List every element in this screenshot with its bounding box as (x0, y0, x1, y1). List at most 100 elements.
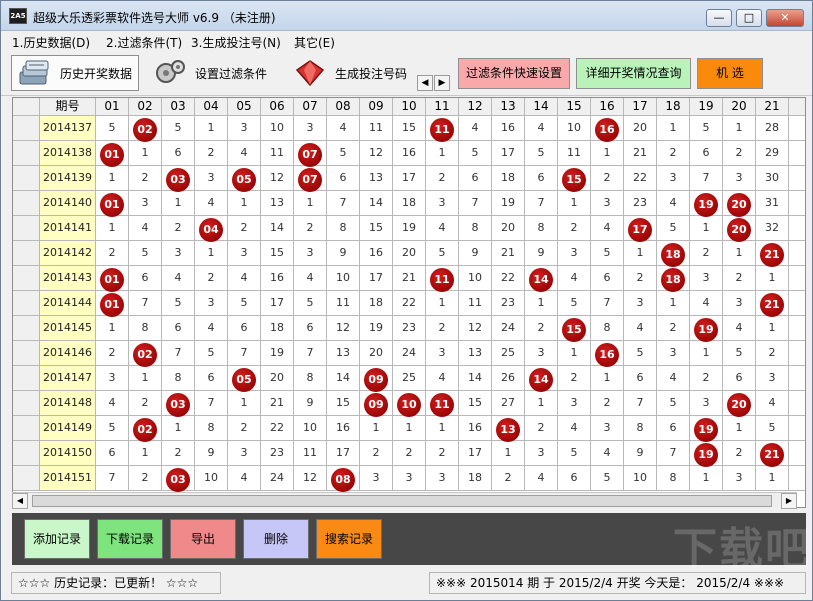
grid-cell: 6 (591, 266, 624, 291)
grid-cell: 11 (294, 441, 327, 466)
grid-cell: 17 (492, 141, 525, 166)
grid-cell: 21 (624, 141, 657, 166)
grid-cell: 4 (294, 266, 327, 291)
grid-cell: 4 (129, 216, 162, 241)
drawn-number-ball: 02 (133, 118, 157, 142)
header-column: 03 (162, 98, 195, 116)
grid-cell: 4 (558, 416, 591, 441)
grid-cell: 2 (129, 391, 162, 416)
scroll-right-button[interactable]: ▶ (781, 493, 797, 509)
issue-number: 2014137 (40, 116, 96, 141)
history-data-button[interactable]: 历史开奖数据 (11, 55, 139, 91)
grid-cell: 16 (360, 241, 393, 266)
drawn-number-ball: 01 (100, 143, 124, 167)
grid-cell: 17 (459, 441, 492, 466)
drawn-number-ball: 10 (397, 393, 421, 417)
grid-cell: 16 (459, 416, 492, 441)
grid-cell: 5 (96, 416, 129, 441)
status-bar: ☆☆☆ 历史记录：已更新！ ☆☆☆ ※※※ 2015014 期 于 2015/2… (1, 568, 812, 600)
grid-cell: 1 (492, 441, 525, 466)
grid-cell: 25 (492, 341, 525, 366)
grid-cell: 5 (756, 416, 789, 441)
grid-cell: 31 (756, 191, 789, 216)
menu-filter-conditions[interactable]: 2.过滤条件(T) (106, 34, 182, 51)
grid-cell: 5 (591, 241, 624, 266)
drawn-number-ball: 21 (760, 243, 784, 267)
grid-cell: 1 (228, 191, 261, 216)
grid-cell: 23 (624, 191, 657, 216)
history-grid[interactable]: 期号 01 02 03 04 05 06 07 08 09 10 11 12 13 14 15 16 17 18 19… (12, 97, 806, 508)
grid-cell: 3 (426, 341, 459, 366)
grid-cell: 17 (327, 441, 360, 466)
grid-cell: 3 (756, 366, 789, 391)
menu-other[interactable]: 其它(E) (294, 34, 335, 51)
grid-cell: 1 (426, 141, 459, 166)
grid-cell: 9 (327, 241, 360, 266)
issue-number: 2014141 (40, 216, 96, 241)
grid-cell: 6 (525, 166, 558, 191)
grid-cell: 2 (129, 466, 162, 491)
scroll-right-arrow[interactable]: ▶ (434, 75, 450, 91)
grid-cell: 15 (393, 116, 426, 141)
grid-cell-overflow (789, 441, 805, 466)
drawn-number-ball: 04 (199, 218, 223, 242)
row-selector (13, 316, 40, 341)
close-button[interactable]: ✕ (766, 9, 804, 27)
grid-cell: 1 (690, 216, 723, 241)
menu-history-data[interactable]: 1.历史数据(D) (12, 34, 90, 51)
scroll-left-arrow[interactable]: ◀ (417, 75, 433, 91)
title-bar: 2A5 超级大乐透彩票软件选号大师 v6.9 （未注册) — □ ✕ (1, 1, 812, 31)
grid-cell-overflow (789, 116, 805, 141)
generate-numbers-button[interactable]: 生成投注号码 (287, 55, 413, 91)
grid-cell: 7 (327, 191, 360, 216)
grid-cell: 9 (294, 391, 327, 416)
drawn-number-ball: 18 (661, 243, 685, 267)
grid-cell: 13 (261, 191, 294, 216)
scroll-thumb[interactable] (32, 495, 772, 507)
minimize-button[interactable]: — (706, 9, 732, 27)
export-button[interactable]: 导出 (170, 519, 236, 559)
grid-cell: 8 (624, 416, 657, 441)
drawn-number-ball: 13 (496, 418, 520, 442)
grid-cell: 3 (624, 291, 657, 316)
grid-cell: 2 (525, 316, 558, 341)
grid-cell: 8 (657, 466, 690, 491)
maximize-button[interactable]: □ (736, 9, 762, 27)
add-record-button[interactable]: 添加记录 (24, 519, 90, 559)
grid-cell: 2 (129, 166, 162, 191)
download-record-button[interactable]: 下载记录 (97, 519, 163, 559)
grid-cell: 20 (261, 366, 294, 391)
random-pick-button[interactable]: 机 选 (697, 58, 763, 89)
grid-cell-overflow (789, 416, 805, 441)
grid-cell: 3 (591, 191, 624, 216)
search-record-button[interactable]: 搜索记录 (316, 519, 382, 559)
grid-cell: 1 (756, 266, 789, 291)
grid-cell: 2 (690, 241, 723, 266)
grid-cell: 1 (426, 291, 459, 316)
grid-cell: 5 (657, 216, 690, 241)
issue-number: 2014150 (40, 441, 96, 466)
draw-detail-button[interactable]: 详细开奖情况查询 (576, 58, 691, 89)
quick-filter-button[interactable]: 过滤条件快速设置 (458, 58, 570, 89)
grid-cell: 2 (195, 266, 228, 291)
grid-cell: 15 (360, 216, 393, 241)
scroll-left-button[interactable]: ◀ (12, 493, 28, 509)
grid-cell: 22 (393, 291, 426, 316)
grid-cell: 3 (360, 466, 393, 491)
draw-status: ※※※ 2015014 期 于 2015/2/4 开奖 今天是： 2015/2/… (429, 572, 806, 594)
menu-generate-numbers[interactable]: 3.生成投注号(N) (191, 34, 281, 51)
gears-icon (153, 58, 187, 88)
grid-cell: 7 (129, 291, 162, 316)
grid-cell: 18 (261, 316, 294, 341)
filter-settings-button[interactable]: 设置过滤条件 (147, 55, 277, 91)
grid-cell: 4 (228, 266, 261, 291)
grid-cell: 3 (195, 291, 228, 316)
grid-cell: 4 (426, 216, 459, 241)
grid-cell: 1 (756, 316, 789, 341)
grid-cell: 5 (459, 141, 492, 166)
delete-button[interactable]: 删除 (243, 519, 309, 559)
grid-cell: 7 (96, 466, 129, 491)
grid-cell: 6 (195, 366, 228, 391)
horizontal-scrollbar[interactable]: ◀ ▶ (12, 492, 797, 509)
grid-cell: 27 (492, 391, 525, 416)
